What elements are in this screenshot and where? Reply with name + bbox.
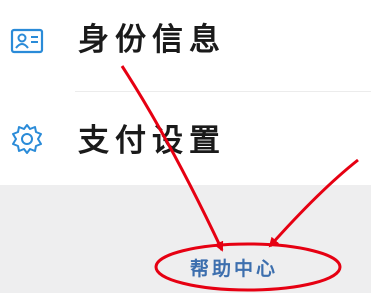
gear-icon (10, 122, 44, 156)
menu-item-label: 支付设置 (78, 123, 226, 159)
footer-area (0, 185, 371, 293)
help-center-link[interactable]: 帮助中心 (190, 256, 278, 282)
menu-item-label: 身份信息 (78, 22, 226, 58)
divider (75, 91, 371, 92)
menu-item-payment-settings[interactable]: 支付设置 (0, 95, 371, 185)
menu-item-identity-info[interactable]: 身份信息 (0, 0, 371, 92)
id-card-icon (10, 24, 44, 58)
